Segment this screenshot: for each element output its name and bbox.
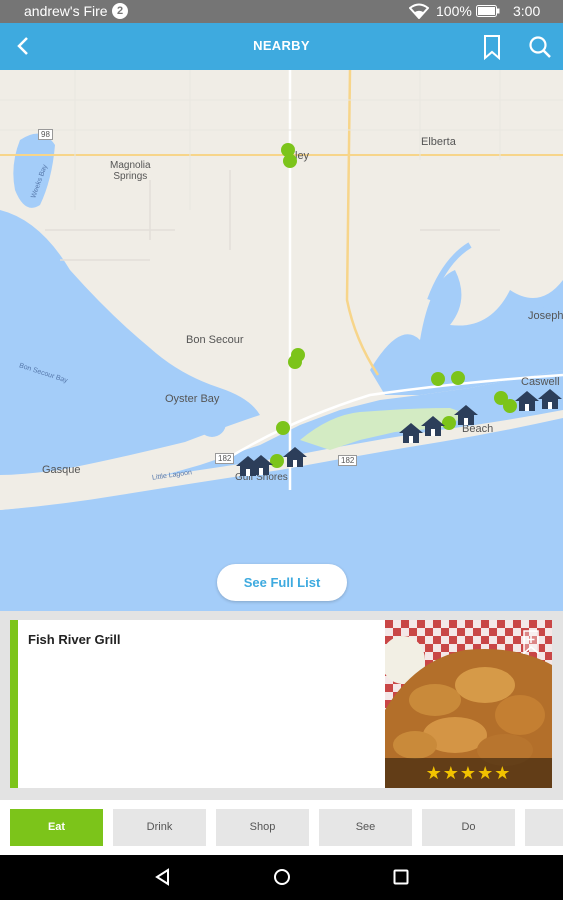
device-owner-name: andrew's Fire	[24, 3, 108, 19]
map-label-magnolia-springs: Magnolia Springs	[110, 160, 151, 182]
map-label-route-182-west: 182	[215, 453, 235, 464]
tab-drink[interactable]: Drink	[113, 809, 206, 846]
app-bar: NEARBY	[0, 23, 563, 70]
category-accent-bar	[10, 620, 18, 788]
tab-do[interactable]: Do	[422, 809, 515, 846]
tab-eat[interactable]: Eat	[10, 809, 103, 846]
back-triangle-icon[interactable]	[153, 867, 173, 887]
wifi-icon	[409, 3, 429, 19]
search-icon[interactable]	[527, 34, 553, 60]
notification-count-badge: 2	[112, 3, 128, 19]
map-label-oyster-bay: Oyster Bay	[165, 393, 220, 405]
map-label-caswell: Caswell	[521, 376, 560, 388]
house-marker-icon[interactable]	[282, 446, 308, 468]
see-full-list-button[interactable]: See Full List	[217, 564, 347, 601]
place-photo: ★★★★★	[385, 620, 552, 788]
battery-percentage: 100%	[436, 3, 472, 19]
map-label-josephine: Josephi	[528, 310, 563, 322]
map-view[interactable]: Elberta Magnolia Springs ley Bon Secour …	[0, 70, 563, 611]
tab-more-partial[interactable]	[525, 809, 563, 846]
poi-marker[interactable]	[283, 154, 297, 168]
map-label-route-98: 98	[38, 129, 53, 140]
tab-shop[interactable]: Shop	[216, 809, 309, 846]
place-name: Fish River Grill	[28, 632, 121, 647]
clock: 3:00	[513, 3, 541, 19]
recents-square-icon[interactable]	[391, 867, 411, 887]
house-marker-icon[interactable]	[420, 415, 446, 437]
map-label-elberta: Elberta	[421, 136, 456, 148]
status-bar: andrew's Fire 2 100% 3:00	[0, 0, 563, 23]
map-label-route-182-east: 182	[338, 455, 358, 466]
battery-icon	[476, 5, 500, 17]
tab-see[interactable]: See	[319, 809, 412, 846]
map-label-bon-secour: Bon Secour	[186, 334, 244, 346]
poi-marker[interactable]	[431, 372, 445, 386]
map-label-foley: ley	[295, 150, 310, 162]
page-title: NEARBY	[253, 38, 310, 53]
house-marker-icon[interactable]	[453, 404, 479, 426]
card-bookmark-icon[interactable]	[522, 630, 540, 654]
place-card[interactable]: Fish River Grill ★★★★★	[10, 620, 552, 788]
system-nav-bar	[0, 855, 563, 900]
poi-marker[interactable]	[451, 371, 465, 385]
poi-marker[interactable]	[288, 355, 302, 369]
poi-marker[interactable]	[276, 421, 290, 435]
bookmark-icon[interactable]	[480, 34, 504, 60]
rating-stars: ★★★★★	[385, 758, 552, 788]
house-marker-icon[interactable]	[537, 388, 563, 410]
category-tabs: Eat Drink Shop See Do	[0, 800, 563, 855]
house-marker-icon[interactable]	[248, 454, 274, 476]
card-carousel: Fish River Grill ★★★★★	[0, 611, 563, 800]
map-label-gasque: Gasque	[42, 464, 81, 476]
home-circle-icon[interactable]	[272, 867, 292, 887]
